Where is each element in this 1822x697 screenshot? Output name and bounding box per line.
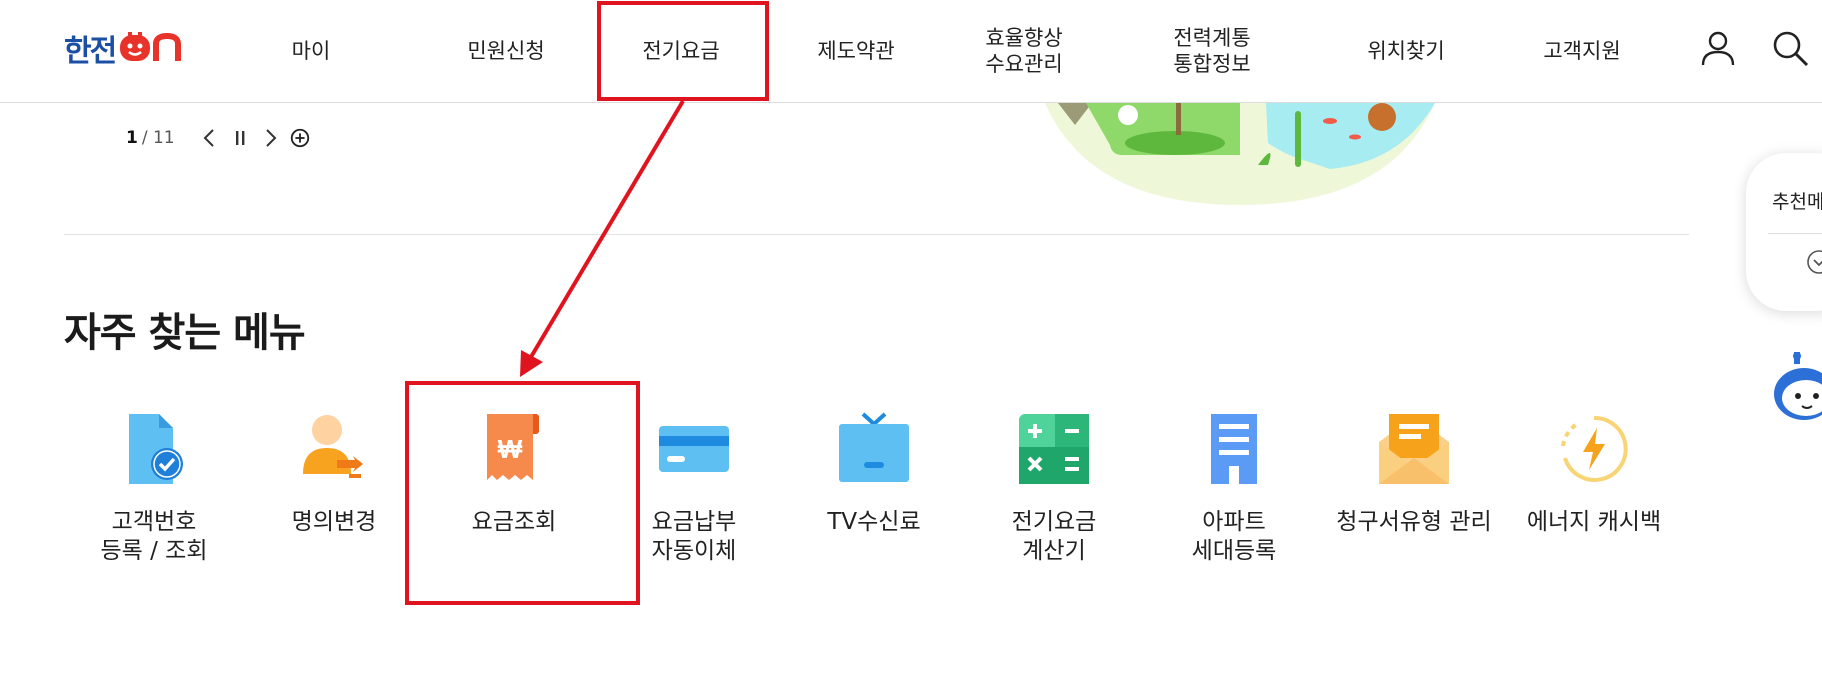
annotation-arrow	[520, 99, 685, 377]
